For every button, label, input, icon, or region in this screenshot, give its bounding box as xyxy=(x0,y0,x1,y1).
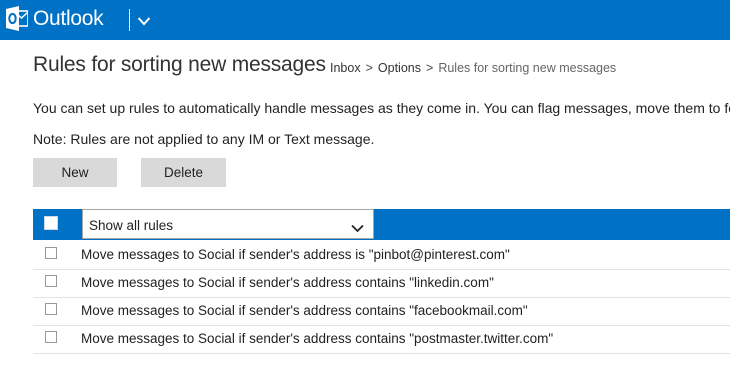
page-note: Note: Rules are not applied to any IM or… xyxy=(33,131,375,147)
breadcrumb-separator: > xyxy=(365,61,373,75)
rule-checkbox[interactable] xyxy=(45,247,57,259)
rules-filter-value: Show all rules xyxy=(89,218,174,233)
delete-rule-button[interactable]: Delete xyxy=(141,158,226,187)
rule-text: Move messages to Social if sender's addr… xyxy=(81,247,510,262)
rule-row[interactable]: Move messages to Social if sender's addr… xyxy=(33,269,730,298)
rule-checkbox[interactable] xyxy=(45,331,57,343)
breadcrumb: Inbox > Options > Rules for sorting new mess… xyxy=(330,61,616,75)
select-all-checkbox[interactable] xyxy=(44,216,58,230)
new-rule-button[interactable]: New xyxy=(33,158,117,187)
rule-text: Move messages to Social if sender's addr… xyxy=(81,303,528,318)
page-title: Rules for sorting new messages xyxy=(33,53,326,76)
rule-checkbox[interactable] xyxy=(45,275,57,287)
page-description: You can set up rules to automatically ha… xyxy=(33,100,730,116)
rule-checkbox[interactable] xyxy=(45,303,57,315)
breadcrumb-inbox[interactable]: Inbox xyxy=(330,61,361,75)
top-bar: Outlook xyxy=(0,0,730,40)
outlook-logo-icon[interactable] xyxy=(6,6,29,31)
breadcrumb-options[interactable]: Options xyxy=(378,61,421,75)
breadcrumb-current: Rules for sorting new messages xyxy=(438,61,617,75)
chevron-down-icon[interactable] xyxy=(137,13,151,26)
rules-filter-select[interactable]: Show all rules xyxy=(82,209,374,239)
breadcrumb-separator: > xyxy=(426,61,434,75)
chevron-down-icon xyxy=(351,220,364,233)
rule-row[interactable]: Move messages to Social if sender's addr… xyxy=(33,297,730,326)
rule-text: Move messages to Social if sender's addr… xyxy=(81,331,554,346)
rule-row[interactable]: Move messages to Social if sender's addr… xyxy=(33,325,730,354)
rule-row[interactable]: Move messages to Social if sender's addr… xyxy=(33,241,730,270)
rule-text: Move messages to Social if sender's addr… xyxy=(81,275,494,290)
brand-divider xyxy=(129,9,130,31)
app-brand[interactable]: Outlook xyxy=(33,7,104,31)
rules-table-header: Show all rules xyxy=(33,209,730,240)
